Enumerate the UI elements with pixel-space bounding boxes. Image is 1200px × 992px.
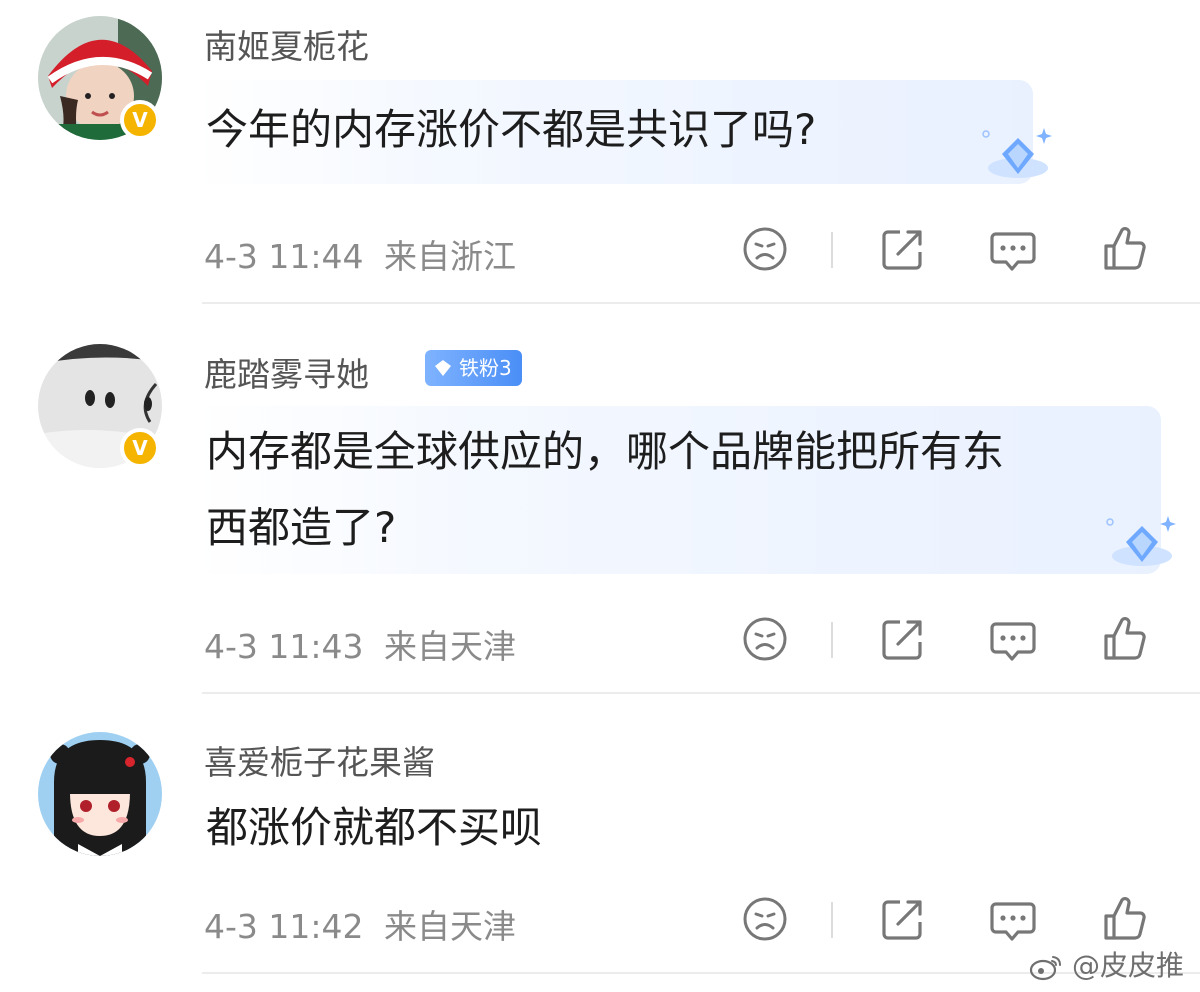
- username[interactable]: 喜爱栀子花果酱: [204, 736, 435, 784]
- comment-text: 都涨价就都不买呗: [206, 803, 543, 852]
- comment-text: 内存都是全球供应的，哪个品牌能把所有东 西都造了?: [206, 427, 1005, 552]
- dislike-icon[interactable]: [740, 614, 790, 664]
- dislike-icon[interactable]: [740, 894, 790, 944]
- username[interactable]: 南姬夏栀花: [204, 20, 369, 68]
- diamond-icon: [1106, 516, 1176, 566]
- location: 来自天津: [384, 907, 516, 946]
- verified-badge-icon: V: [120, 100, 160, 140]
- location: 来自天津: [384, 627, 516, 666]
- divider: [202, 302, 1200, 304]
- location: 来自浙江: [384, 237, 516, 276]
- timestamp: 4-3 11:43: [204, 627, 364, 666]
- comment-meta: 4-3 11:44 来自浙江: [204, 230, 516, 278]
- share-icon[interactable]: [878, 224, 928, 274]
- action-separator: [831, 622, 833, 658]
- dislike-icon[interactable]: [740, 224, 790, 274]
- watermark: @皮皮推: [1029, 944, 1184, 984]
- comment-meta: 4-3 11:42 来自天津: [204, 900, 516, 948]
- diamond-icon: [982, 128, 1052, 178]
- diamond-icon: [435, 360, 451, 376]
- weibo-logo-icon: [1029, 956, 1062, 981]
- comment-text: 今年的内存涨价不都是共识了吗?: [206, 105, 817, 154]
- reply-icon[interactable]: [988, 614, 1038, 664]
- action-separator: [831, 232, 833, 268]
- like-icon[interactable]: [1100, 894, 1150, 944]
- share-icon[interactable]: [878, 894, 928, 944]
- comment-item: V 南姬夏栀花 今年的内存涨价不都是共识了吗? 4-3 11:44 来自浙江: [0, 0, 1200, 304]
- reply-icon[interactable]: [988, 224, 1038, 274]
- avatar[interactable]: [38, 732, 162, 856]
- share-icon[interactable]: [878, 614, 928, 664]
- like-icon[interactable]: [1100, 614, 1150, 664]
- timestamp: 4-3 11:44: [204, 237, 364, 276]
- timestamp: 4-3 11:42: [204, 907, 364, 946]
- comment-meta: 4-3 11:43 来自天津: [204, 620, 516, 668]
- like-icon[interactable]: [1100, 224, 1150, 274]
- divider: [202, 692, 1200, 694]
- action-separator: [831, 902, 833, 938]
- username[interactable]: 鹿踏雾寻她: [204, 348, 369, 396]
- verified-badge-icon: V: [120, 428, 160, 468]
- reply-icon[interactable]: [988, 894, 1038, 944]
- fan-badge[interactable]: 铁粉3: [425, 350, 522, 386]
